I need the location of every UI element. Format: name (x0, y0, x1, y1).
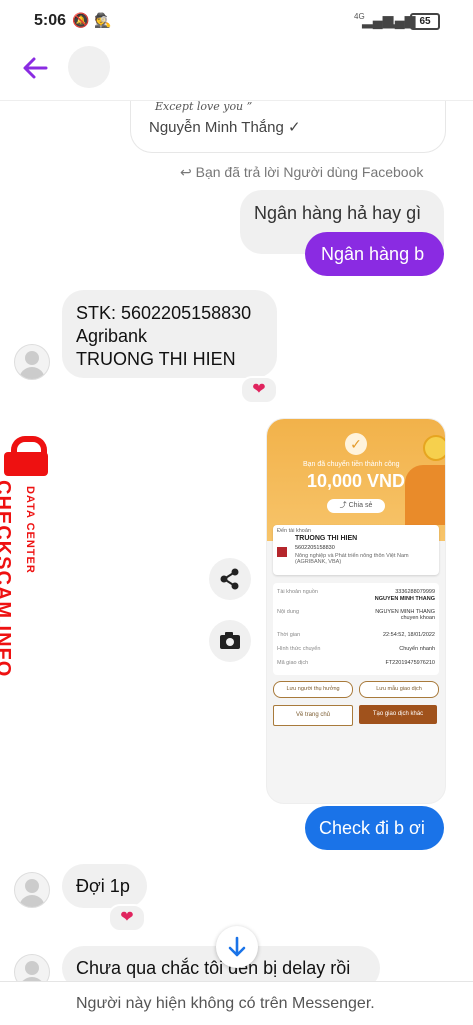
receipt-to-label: Đến tài khoản (277, 528, 311, 534)
arrow-down-icon (228, 936, 246, 957)
lock-icon (2, 436, 48, 476)
receipt-row: Hình thức chuyển Chuyển nhanh (277, 646, 435, 658)
reply-label: ↩ Bạn đã trả lời Người dùng Facebook (180, 164, 423, 181)
message-line: Agribank (76, 326, 148, 346)
status-bar: 5:06 🔕 🕵 4G ▂▄▆ ▂▄▆ 65 (0, 0, 473, 40)
receipt-share-button: ⤴ Chia sẻ (327, 499, 385, 513)
receipt-amount: 10,000 VND (307, 471, 406, 491)
share-icon (220, 568, 239, 590)
sender-avatar[interactable] (14, 344, 50, 380)
receipt-row-value: NGUYEN MINH THANG (374, 596, 435, 602)
receipt-row-value: FT22019475976210 (385, 660, 435, 666)
check-icon: ✓ (345, 433, 367, 455)
receipt-details: Tài khoản nguồn 3336288079999 NGUYEN MINH… (273, 583, 439, 675)
battery-icon: 65 (410, 13, 440, 30)
receipt-to-name: TRUONG THI HIEN (295, 535, 358, 542)
message-bubble-received[interactable]: STK: 5602205158830 Agribank TRUONG THI H… (62, 290, 277, 378)
message-bubble-sent[interactable]: Ngân hàng b (305, 232, 444, 276)
transfer-receipt-image[interactable]: ✓ Bạn đã chuyển tiền thành công 10,000 V… (266, 418, 446, 804)
message-line: STK: 5602205158830 (76, 303, 252, 323)
arrow-left-icon (23, 57, 48, 79)
receipt-row-key: Hình thức chuyển (277, 646, 321, 652)
camera-button[interactable] (209, 620, 251, 662)
receipt-row-key: Tài khoản nguồn (277, 589, 318, 595)
reply-label-text: Bạn đã trả lời Người dùng Facebook (195, 164, 424, 180)
status-time: 5:06 (34, 12, 67, 29)
receipt-row: Thời gian 22:54:52, 18/01/2022 (277, 632, 435, 644)
receipt-banner: ✓ Bạn đã chuyển tiền thành công 10,000 V… (267, 419, 445, 541)
back-button[interactable] (20, 53, 50, 83)
share-button[interactable] (209, 558, 251, 600)
receipt-row-value: 3336288079999 (395, 589, 435, 595)
save-beneficiary-button: Lưu người thụ hưởng (273, 681, 353, 698)
receipt-title: Bạn đã chuyển tiền thành công (303, 461, 400, 468)
chat-header (0, 40, 473, 101)
receipt-row-value: NGUYEN MINH THANG chuyen khoan (375, 609, 435, 621)
receipt-row-key: Thời gian (277, 632, 301, 638)
receipt-to-bank: Nông nghiệp và Phát triển nông thôn Việt… (295, 553, 409, 565)
coin-icon (423, 435, 445, 461)
unavailable-notice: Người này hiện không có trên Messenger. (0, 981, 473, 1025)
sender-avatar[interactable] (14, 872, 50, 908)
scroll-to-bottom-button[interactable] (216, 926, 258, 968)
receipt-row: Nội dung NGUYEN MINH THANG chuyen khoan (277, 609, 435, 621)
receipt-row-key: Nội dung (277, 609, 300, 615)
watermark: CHECKSCAM.INFO DATA CENTER (0, 480, 36, 677)
tiger-illustration (405, 465, 445, 525)
receipt-save-buttons: Lưu người thụ hưởng Lưu mẫu giao dịch (273, 681, 439, 698)
message-text: Ngân hàng hả hay gì (254, 203, 422, 223)
quoted-name: Nguyễn Minh Thắng ✓ (149, 119, 301, 136)
incognito-icon: 🕵 (94, 12, 112, 28)
receipt-row-value: Chuyển nhanh (399, 646, 435, 652)
message-text: Ngân hàng b (321, 244, 425, 264)
quoted-message[interactable]: Except love you ” Nguyễn Minh Thắng ✓ (130, 92, 446, 153)
save-template-button: Lưu mẫu giao dịch (359, 681, 439, 698)
new-transaction-button: Tạo giao dịch khác (359, 705, 437, 724)
receipt-share-label: Chia sẻ (348, 502, 373, 509)
message-text: Check đi b ơi (319, 818, 425, 838)
message-text: Chưa qua chắc tôi đến bị delay rồi (76, 958, 351, 978)
mute-notification-icon: 🔕 (72, 12, 90, 28)
contact-avatar[interactable] (68, 46, 110, 88)
receipt-to-account: 5602205158830 (295, 545, 335, 551)
message-line: TRUONG THI HIEN (76, 349, 236, 369)
receipt-row: NGUYEN MINH THANG (277, 596, 435, 608)
watermark-sub: DATA CENTER (24, 486, 36, 574)
message-bubble-received[interactable]: Đợi 1p (62, 864, 147, 908)
quoted-signature: Except love you ” (155, 100, 253, 113)
message-text: Đợi 1p (76, 876, 130, 896)
watermark-main: CHECKSCAM.INFO (0, 480, 14, 678)
receipt-beneficiary-card: Đến tài khoản TRUONG THI HIEN 5602205158… (273, 525, 439, 575)
heart-reaction[interactable]: ❤ (240, 376, 278, 404)
message-bubble-sent[interactable]: Check đi b ơi (305, 806, 444, 850)
receipt-row: Mã giao dịch FT22019475976210 (277, 660, 435, 672)
reply-icon: ↩ (180, 164, 196, 180)
home-button: Về trang chủ (273, 705, 353, 726)
camera-icon (220, 632, 240, 649)
heart-reaction[interactable]: ❤ (108, 904, 146, 932)
receipt-row-value: 22:54:52, 18/01/2022 (383, 632, 435, 638)
share-icon: ⤴ (339, 502, 349, 509)
receipt-row-key: Mã giao dịch (277, 660, 309, 666)
bank-logo-icon (277, 547, 287, 557)
unavailable-text: Người này hiện không có trên Messenger. (76, 995, 375, 1012)
receipt-action-buttons: Về trang chủ Tạo giao dịch khác (273, 705, 439, 726)
